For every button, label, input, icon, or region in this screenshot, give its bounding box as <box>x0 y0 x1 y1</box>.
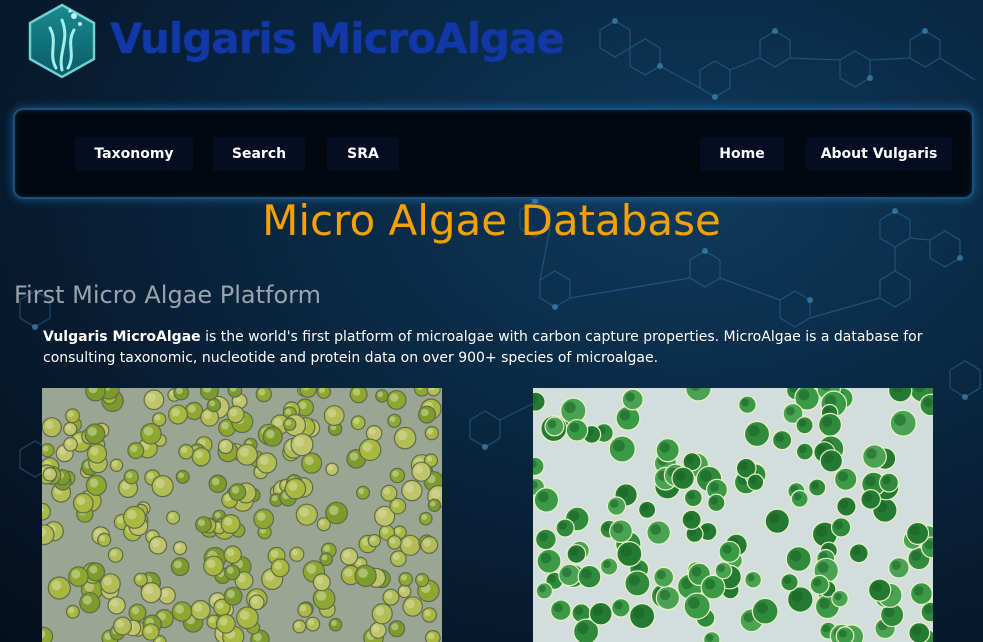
site-title[interactable]: Vulgaris MicroAlgae <box>110 14 565 63</box>
nav-taxonomy-button[interactable]: Taxonomy <box>75 137 193 171</box>
intro-paragraph: Vulgaris MicroAlgae is the world's first… <box>43 327 943 369</box>
nav-search-button[interactable]: Search <box>213 137 305 171</box>
green-algae-cells-photo <box>533 388 933 642</box>
intro-brand-name: Vulgaris MicroAlgae <box>43 329 201 345</box>
page-title: Micro Algae Database <box>262 196 721 245</box>
nav-sra-button[interactable]: SRA <box>327 137 399 171</box>
logo-icon[interactable] <box>26 2 98 80</box>
microalgae-microscopy-photo <box>42 388 442 642</box>
nav-home-button[interactable]: Home <box>700 137 784 171</box>
main-navbar: Taxonomy Search SRA Home About Vulgaris <box>13 108 974 199</box>
nav-about-button[interactable]: About Vulgaris <box>806 137 952 171</box>
section-subtitle: First Micro Algae Platform <box>14 281 321 309</box>
